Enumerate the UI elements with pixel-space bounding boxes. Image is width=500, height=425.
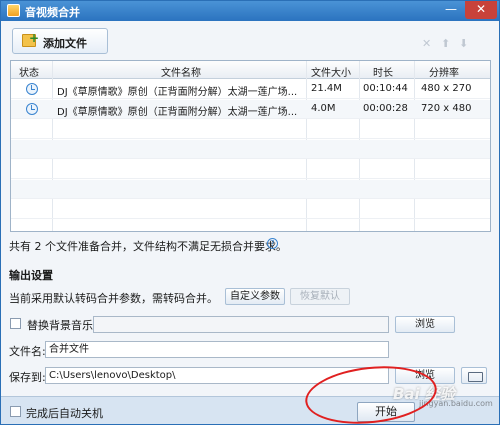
bg-music-checkbox[interactable] xyxy=(10,318,21,329)
auto-shutdown-label: 完成后自动关机 xyxy=(26,407,103,420)
empty-row xyxy=(11,180,490,199)
bg-music-browse-button[interactable]: 浏览 xyxy=(395,316,455,333)
table-row[interactable]: DJ《草原情歌》原创（正背面附分解）太湖一莲广场... 4.0M 00:00:2… xyxy=(11,100,490,119)
restore-default-button[interactable]: 恢复默认 xyxy=(290,288,350,305)
column-header-filename[interactable]: 文件名称 xyxy=(161,64,201,79)
column-header-duration[interactable]: 时长 xyxy=(373,64,393,79)
filename-input[interactable]: 合并文件 xyxy=(45,341,389,358)
minimize-button[interactable]: — xyxy=(439,1,463,19)
bg-music-field[interactable] xyxy=(93,316,389,333)
save-to-label: 保存到: xyxy=(9,371,46,384)
clock-icon xyxy=(26,103,38,115)
empty-row xyxy=(11,120,490,139)
bg-music-label: 替换背景音乐 xyxy=(27,319,93,332)
table-header: 状态 文件名称 文件大小 时长 分辨率 xyxy=(11,61,490,79)
window-title: 音视频合并 xyxy=(25,6,80,19)
duration-cell: 00:00:28 xyxy=(363,103,408,114)
open-folder-button[interactable] xyxy=(461,367,487,384)
merge-summary-text: 共有 2 个文件准备合并，文件结构不满足无损合并要求。 xyxy=(9,240,287,253)
column-header-status[interactable]: 状态 xyxy=(19,64,39,79)
audio-video-merge-window: 音视频合并 — ✕ 添加文件 ✕ ⬆ ⬇ 状态 文件名称 文件大小 时长 分辨率… xyxy=(0,0,500,425)
auto-shutdown-checkbox[interactable] xyxy=(10,406,21,417)
file-name-cell: DJ《草原情歌》原创（正背面附分解）太湖一莲广场... xyxy=(57,107,298,118)
delete-icon[interactable]: ✕ xyxy=(422,37,431,50)
file-size-cell: 4.0M xyxy=(311,103,336,114)
watermark-url: jingyan.baidu.com xyxy=(419,399,493,408)
move-up-icon[interactable]: ⬆ xyxy=(441,37,450,50)
add-file-label: 添加文件 xyxy=(43,37,87,50)
file-name-cell: DJ《草原情歌》原创（正背面附分解）太湖一莲广场... xyxy=(57,87,298,98)
resolution-cell: 480 x 270 xyxy=(421,83,472,94)
duration-cell: 00:10:44 xyxy=(363,83,408,94)
output-settings-title: 输出设置 xyxy=(9,269,53,282)
empty-row xyxy=(11,200,490,219)
move-down-icon[interactable]: ⬇ xyxy=(459,37,468,50)
clock-icon xyxy=(26,83,38,95)
file-table: 状态 文件名称 文件大小 时长 分辨率 DJ《草原情歌》原创（正背面附分解）太湖… xyxy=(10,60,491,232)
close-button[interactable]: ✕ xyxy=(465,1,497,19)
column-header-resolution[interactable]: 分辨率 xyxy=(429,64,459,79)
column-header-size[interactable]: 文件大小 xyxy=(311,64,351,79)
title-bar: 音视频合并 — ✕ xyxy=(1,1,499,21)
save-path-browse-button[interactable]: 浏览 xyxy=(395,367,455,384)
folder-add-icon xyxy=(22,31,39,47)
add-file-button[interactable]: 添加文件 xyxy=(12,28,108,54)
start-button[interactable]: 开始 xyxy=(357,402,415,422)
empty-row xyxy=(11,140,490,159)
resolution-cell: 720 x 480 xyxy=(421,103,472,114)
file-size-cell: 21.4M xyxy=(311,83,342,94)
app-icon xyxy=(7,4,20,17)
save-path-input[interactable]: C:\Users\lenovo\Desktop\ xyxy=(45,367,389,384)
custom-params-button[interactable]: 自定义参数 xyxy=(225,288,285,305)
table-row[interactable]: DJ《草原情歌》原创（正背面附分解）太湖一莲广场... 21.4M 00:10:… xyxy=(11,80,490,99)
filename-label: 文件名: xyxy=(9,345,46,358)
empty-row xyxy=(11,160,490,179)
params-description: 当前采用默认转码合并参数，需转码合并。 xyxy=(9,292,218,305)
help-icon[interactable]: ? xyxy=(267,238,278,249)
